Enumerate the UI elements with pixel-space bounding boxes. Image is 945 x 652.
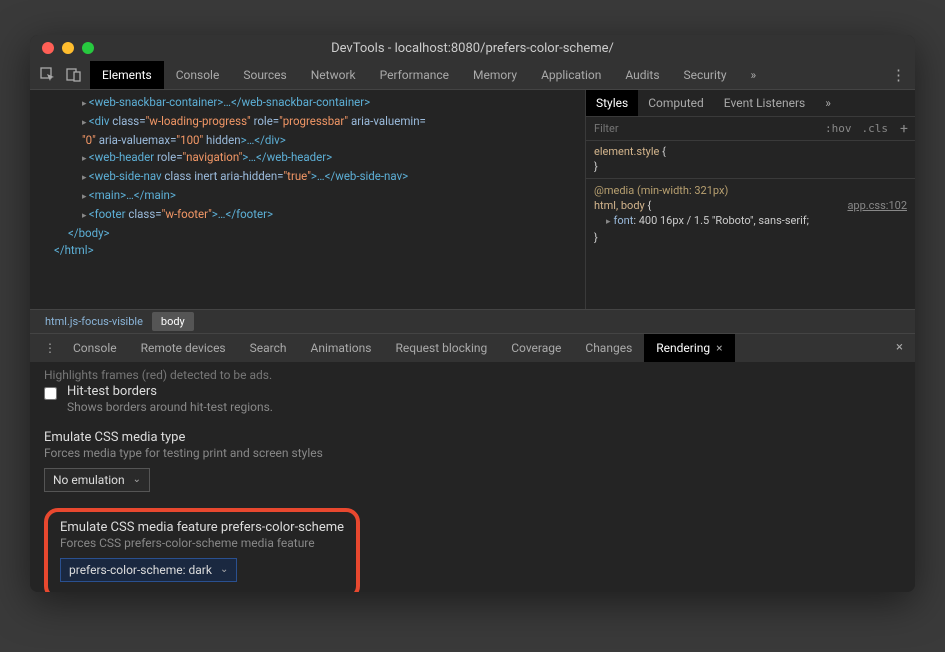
media-type-select[interactable]: No emulation (44, 468, 150, 492)
drawer-request-blocking[interactable]: Request blocking (383, 334, 499, 362)
dom-node[interactable]: </html> (54, 243, 94, 257)
main-panel: <web-snackbar-container>…</web-snackbar-… (30, 90, 915, 309)
tab-console[interactable]: Console (164, 61, 232, 89)
styles-tabs: Styles Computed Event Listeners » (586, 90, 915, 117)
tab-memory[interactable]: Memory (461, 61, 529, 89)
inspect-icon[interactable] (40, 67, 56, 83)
tab-sources[interactable]: Sources (231, 61, 298, 89)
drawer-rendering[interactable]: Rendering× (644, 334, 734, 362)
section-heading: Hit-test borders (67, 384, 273, 399)
elements-tree[interactable]: <web-snackbar-container>…</web-snackbar-… (30, 90, 585, 309)
crumb-html[interactable]: html.js-focus-visible (36, 312, 152, 331)
drawer-console[interactable]: Console (61, 334, 129, 362)
tab-event-listeners[interactable]: Event Listeners (714, 90, 815, 116)
titlebar: DevTools - localhost:8080/prefers-color-… (30, 35, 915, 61)
close-tab-icon[interactable]: × (716, 341, 722, 355)
drawer-changes[interactable]: Changes (573, 334, 644, 362)
tab-elements[interactable]: Elements (90, 61, 164, 89)
section-description: Forces CSS prefers-color-scheme media fe… (60, 536, 344, 550)
emulate-prefers-color-scheme-section: Emulate CSS media feature prefers-color-… (60, 520, 344, 582)
dom-node[interactable]: <web-snackbar-container>…</web-snackbar-… (89, 95, 370, 109)
tab-performance[interactable]: Performance (368, 61, 461, 89)
truncated-text: Highlights frames (red) detected to be a… (44, 368, 901, 382)
drawer-menu-icon[interactable]: ⋮ (38, 341, 61, 355)
hov-toggle[interactable]: :hov (820, 122, 857, 135)
rendering-panel: Highlights frames (red) detected to be a… (30, 362, 915, 593)
section-heading: Emulate CSS media feature prefers-color-… (60, 520, 344, 535)
main-toolbar: Elements Console Sources Network Perform… (30, 61, 915, 90)
section-description: Shows borders around hit-test regions. (67, 400, 273, 414)
breadcrumb: html.js-focus-visible body (30, 309, 915, 333)
tabs-overflow-icon[interactable]: » (739, 61, 769, 89)
tab-network[interactable]: Network (299, 61, 368, 89)
main-tabs: Elements Console Sources Network Perform… (90, 61, 768, 89)
drawer-remote-devices[interactable]: Remote devices (129, 334, 238, 362)
dom-node[interactable]: </body> (68, 226, 110, 240)
styles-filter-row: :hov .cls + (586, 117, 915, 141)
tab-application[interactable]: Application (529, 61, 613, 89)
devtools-window: DevTools - localhost:8080/prefers-color-… (30, 35, 915, 592)
cls-toggle[interactable]: .cls (857, 122, 894, 135)
kebab-menu-icon[interactable]: ⋮ (891, 66, 915, 84)
drawer-coverage[interactable]: Coverage (499, 334, 573, 362)
dom-node[interactable]: <main>…</main> (89, 188, 176, 202)
crumb-body[interactable]: body (152, 312, 194, 331)
tab-security[interactable]: Security (672, 61, 739, 89)
media-query: @media (min-width: 321px) (594, 183, 907, 198)
styles-overflow-icon[interactable]: » (815, 90, 841, 116)
prefers-color-scheme-select[interactable]: prefers-color-scheme: dark (60, 558, 237, 582)
hit-test-borders-section: Hit-test borders Shows borders around hi… (44, 384, 901, 414)
section-description: Forces media type for testing print and … (44, 446, 901, 460)
drawer-animations[interactable]: Animations (299, 334, 384, 362)
device-toggle-icon[interactable] (66, 67, 82, 83)
highlighted-section: Emulate CSS media feature prefers-color-… (44, 508, 360, 593)
source-link[interactable]: app.css:102 (847, 198, 907, 213)
hit-test-borders-checkbox[interactable] (44, 387, 57, 400)
tab-audits[interactable]: Audits (613, 61, 671, 89)
emulate-media-type-section: Emulate CSS media type Forces media type… (44, 430, 901, 492)
section-heading: Emulate CSS media type (44, 430, 901, 445)
tab-styles[interactable]: Styles (586, 90, 638, 116)
close-drawer-icon[interactable]: × (896, 340, 915, 355)
styles-pane: Styles Computed Event Listeners » :hov .… (585, 90, 915, 309)
styles-filter-input[interactable] (586, 122, 820, 135)
drawer-search[interactable]: Search (238, 334, 299, 362)
css-rules[interactable]: element.style { } @media (min-width: 321… (586, 141, 915, 309)
window-title: DevTools - localhost:8080/prefers-color-… (30, 41, 915, 56)
drawer-tabs: ⋮ Console Remote devices Search Animatio… (30, 333, 915, 362)
tab-computed[interactable]: Computed (638, 90, 714, 116)
new-rule-icon[interactable]: + (893, 121, 915, 137)
